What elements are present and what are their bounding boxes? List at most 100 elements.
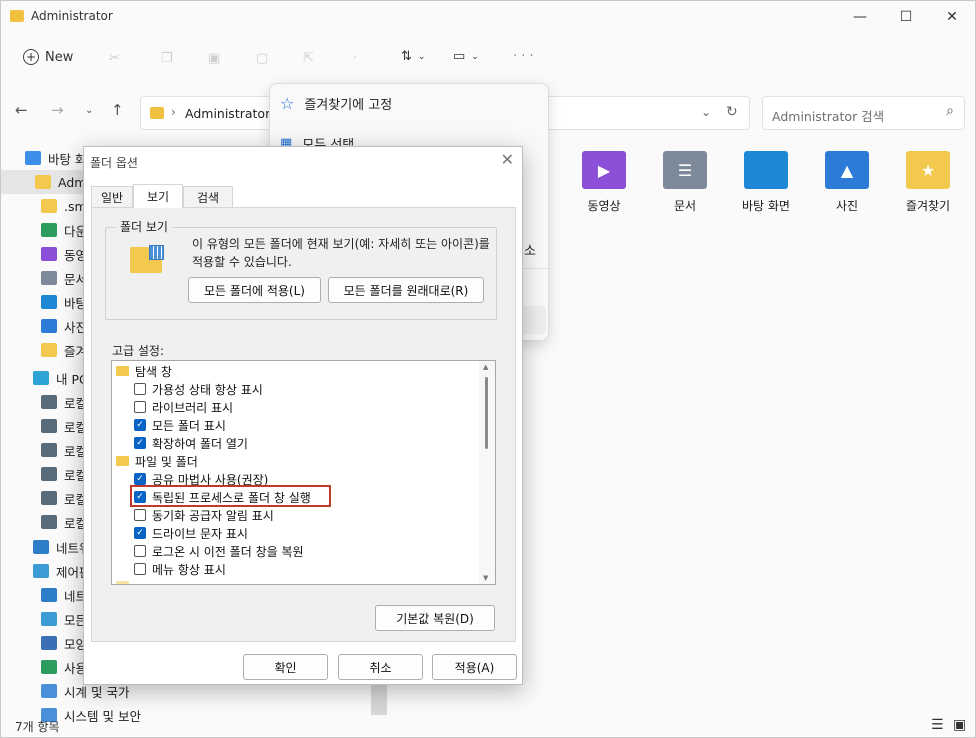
tiles-view-icon[interactable]: ▣ xyxy=(953,717,966,733)
apply-button[interactable]: 적용(A) xyxy=(432,654,517,680)
cancel-button[interactable]: 취소 xyxy=(338,654,423,680)
setting-checkbox-row[interactable]: ✓ 모든 폴더 표시 xyxy=(134,416,226,434)
sidebar-item[interactable]: 로컬 xyxy=(41,510,87,534)
sidebar-item[interactable]: 네트 xyxy=(41,583,87,607)
menu-item-partial[interactable]: 소 xyxy=(524,240,536,259)
scroll-down-icon[interactable]: ▼ xyxy=(483,574,488,582)
close-icon[interactable]: ✕ xyxy=(501,150,514,169)
checkbox[interactable] xyxy=(134,383,146,395)
scroll-up-icon[interactable]: ▲ xyxy=(483,363,488,371)
back-arrow-icon[interactable]: ← xyxy=(15,101,28,119)
sidebar-item[interactable]: 모양 xyxy=(41,631,87,655)
sidebar-item[interactable]: 내 PC xyxy=(33,366,88,390)
sidebar-item[interactable]: 사진 xyxy=(41,314,87,338)
tab-search[interactable]: 검색 xyxy=(183,186,233,208)
tab-general[interactable]: 일반 xyxy=(91,186,133,208)
recent-chevron-icon[interactable]: ⌄ xyxy=(85,105,93,116)
view-button[interactable]: ▭ ⌄ xyxy=(453,49,479,64)
sidebar-item[interactable]: 제어판 xyxy=(33,559,91,583)
video-icon xyxy=(41,247,57,261)
checkbox-checked[interactable]: ✓ xyxy=(134,437,146,449)
restore-defaults-button[interactable]: 기본값 복원(D) xyxy=(375,605,495,631)
folder-view-label: 폴더 보기 xyxy=(116,218,172,235)
sidebar-item[interactable]: 동영 xyxy=(41,242,87,266)
cut-icon[interactable]: ✂ xyxy=(109,51,120,66)
file-label: 바탕 화면 xyxy=(742,199,790,213)
sidebar-item[interactable]: 로컬 xyxy=(41,486,87,510)
file-label: 즐겨찾기 xyxy=(905,199,951,213)
refresh-icon[interactable]: ↻ xyxy=(726,104,738,120)
paste-icon[interactable]: ▣ xyxy=(208,51,220,66)
chevron-down-icon: ⌄ xyxy=(417,51,426,62)
share-icon[interactable]: ⇱ xyxy=(303,51,314,66)
setting-checkbox-row[interactable]: 동기화 공급자 알림 표시 xyxy=(134,506,274,524)
network-icon xyxy=(33,540,49,554)
network-icon xyxy=(41,588,57,602)
reset-folders-button[interactable]: 모든 폴더를 원래대로(R) xyxy=(328,277,484,303)
sidebar-item[interactable]: 바탕 xyxy=(41,290,87,314)
ok-button[interactable]: 확인 xyxy=(243,654,328,680)
copy-icon[interactable]: ❐ xyxy=(161,51,173,66)
minimize-button[interactable]: — xyxy=(837,1,883,33)
more-options-button[interactable]: · · · xyxy=(513,49,534,64)
checkbox-checked[interactable]: ✓ xyxy=(134,419,146,431)
checkbox[interactable] xyxy=(134,545,146,557)
setting-checkbox-row[interactable]: 메뉴 항상 표시 xyxy=(134,560,226,578)
sidebar-item[interactable]: 로컬 xyxy=(41,390,87,414)
sidebar-item-label: 시스템 및 보안 xyxy=(64,708,141,724)
folder-icon xyxy=(150,107,164,119)
sidebar-item[interactable]: Admi xyxy=(1,170,91,194)
sidebar-item[interactable]: 로컬 xyxy=(41,438,87,462)
setting-label: 동기화 공급자 알림 표시 xyxy=(152,508,274,523)
sidebar-item[interactable]: 모든 xyxy=(41,607,87,631)
checkbox[interactable] xyxy=(134,401,146,413)
file-item[interactable]: ▲ 사진 xyxy=(812,151,882,214)
checkbox[interactable] xyxy=(134,563,146,575)
chevron-down-icon[interactable]: ⌄ xyxy=(701,105,711,119)
new-button[interactable]: + New xyxy=(23,49,73,65)
file-item[interactable]: 바탕 화면 xyxy=(731,151,801,214)
sidebar-item[interactable]: .sm xyxy=(41,194,87,218)
search-input[interactable]: Administrator 검색 ⌕ xyxy=(762,96,965,130)
setting-checkbox-row[interactable]: ✓ 확장하여 폴더 열기 xyxy=(134,434,248,452)
maximize-button[interactable]: ☐ xyxy=(883,1,929,33)
details-view-icon[interactable]: ☰ xyxy=(931,717,944,733)
apply-to-folders-button[interactable]: 모든 폴더에 적용(L) xyxy=(188,277,321,303)
tab-view[interactable]: 보기 xyxy=(133,184,183,208)
advanced-settings-tree: 탐색 창 가용성 상태 항상 표시 라이브러리 표시 ✓ 모든 폴더 표시 ✓ 확장하여 폴… xyxy=(111,360,496,585)
rename-icon[interactable]: ▢ xyxy=(256,51,268,66)
sidebar-item[interactable]: 네트워 xyxy=(33,535,91,559)
sidebar-item[interactable]: 문서 xyxy=(41,266,87,290)
scrollbar[interactable] xyxy=(371,681,387,715)
checkbox-checked[interactable]: ✓ xyxy=(134,473,146,485)
close-button[interactable]: ✕ xyxy=(929,1,975,33)
delete-icon[interactable]: · xyxy=(353,51,357,66)
up-arrow-icon[interactable]: ↑ xyxy=(111,101,124,119)
pin-to-favorites-item[interactable]: ☆ 즐겨찾기에 고정 xyxy=(280,94,392,113)
file-item[interactable]: ▶ 동영상 xyxy=(569,151,639,214)
checkbox[interactable] xyxy=(134,509,146,521)
folder-view-icon xyxy=(130,245,164,273)
breadcrumb-item[interactable]: Administrator xyxy=(185,106,270,121)
folder-icon: ▲ xyxy=(825,151,869,189)
sidebar-item-label: 바탕 화 xyxy=(48,151,87,167)
checkbox-checked[interactable]: ✓ xyxy=(134,527,146,539)
setting-checkbox-row[interactable]: 로그온 시 이전 폴더 창을 복원 xyxy=(134,542,304,560)
appearance-icon xyxy=(41,636,57,650)
setting-checkbox-row[interactable]: ✓ 드라이브 문자 표시 xyxy=(134,524,248,542)
setting-checkbox-row[interactable]: 라이브러리 표시 xyxy=(134,398,233,416)
scrollbar-thumb[interactable] xyxy=(485,377,488,449)
sidebar-item[interactable]: 즐겨 xyxy=(41,338,87,362)
sort-button[interactable]: ⇅ ⌄ xyxy=(401,49,425,64)
setting-checkbox-row[interactable]: 가용성 상태 항상 표시 xyxy=(134,380,263,398)
sidebar-item[interactable]: 다운 xyxy=(41,218,87,242)
sidebar-item[interactable]: 로컬 xyxy=(41,462,87,486)
sidebar-item[interactable]: 사용 xyxy=(41,655,87,679)
control-panel-icon xyxy=(33,564,49,578)
sidebar-item[interactable]: 바탕 화 xyxy=(25,146,86,170)
sidebar-item[interactable]: 로컬 xyxy=(41,414,87,438)
scrollbar[interactable]: ▲ ▼ xyxy=(479,361,495,584)
file-item[interactable]: ☰ 문서 xyxy=(650,151,720,214)
forward-arrow-icon[interactable]: → xyxy=(51,101,64,119)
file-item[interactable]: ★ 즐겨찾기 xyxy=(893,151,963,214)
